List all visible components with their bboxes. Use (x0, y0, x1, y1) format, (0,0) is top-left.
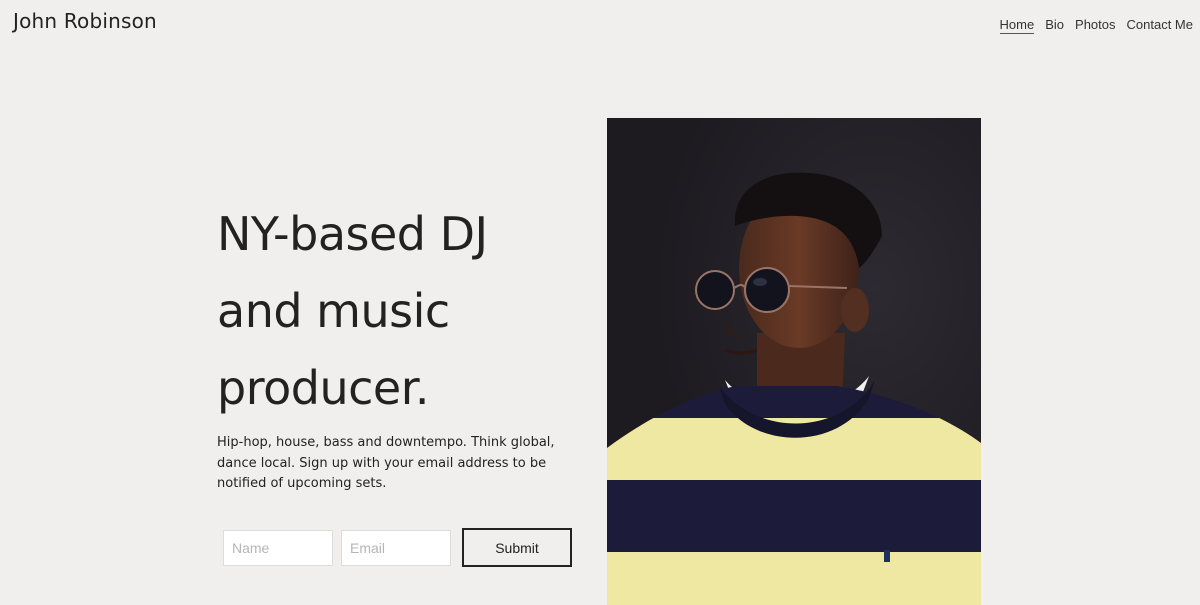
nav-link-photos[interactable]: Photos (1075, 17, 1115, 34)
main-nav: Home Bio Photos Contact Me (999, 17, 1193, 34)
site-header: John Robinson Home Bio Photos Contact Me (0, 0, 1200, 60)
nav-link-home[interactable]: Home (999, 17, 1035, 34)
sweater-logo (884, 550, 890, 562)
site-title[interactable]: John Robinson (13, 9, 157, 33)
nav-link-bio[interactable]: Bio (1045, 17, 1064, 34)
portrait-photo (607, 118, 981, 605)
hero-description: Hip-hop, house, bass and downtempo. Thin… (217, 435, 555, 491)
signup-form: Submit (223, 528, 572, 567)
hero-heading-line-3: producer. (217, 361, 430, 415)
hero-heading-line-2: and music (217, 284, 450, 338)
submit-button[interactable]: Submit (462, 528, 572, 567)
portrait-illustration (607, 118, 981, 605)
email-field[interactable] (341, 529, 451, 566)
hero-heading: NY-based DJ and music producer. (217, 196, 577, 427)
nav-link-contact[interactable]: Contact Me (1127, 17, 1193, 34)
ear (841, 288, 869, 332)
hero-heading-line-1: NY-based DJ (217, 207, 488, 261)
name-field[interactable] (223, 529, 333, 566)
